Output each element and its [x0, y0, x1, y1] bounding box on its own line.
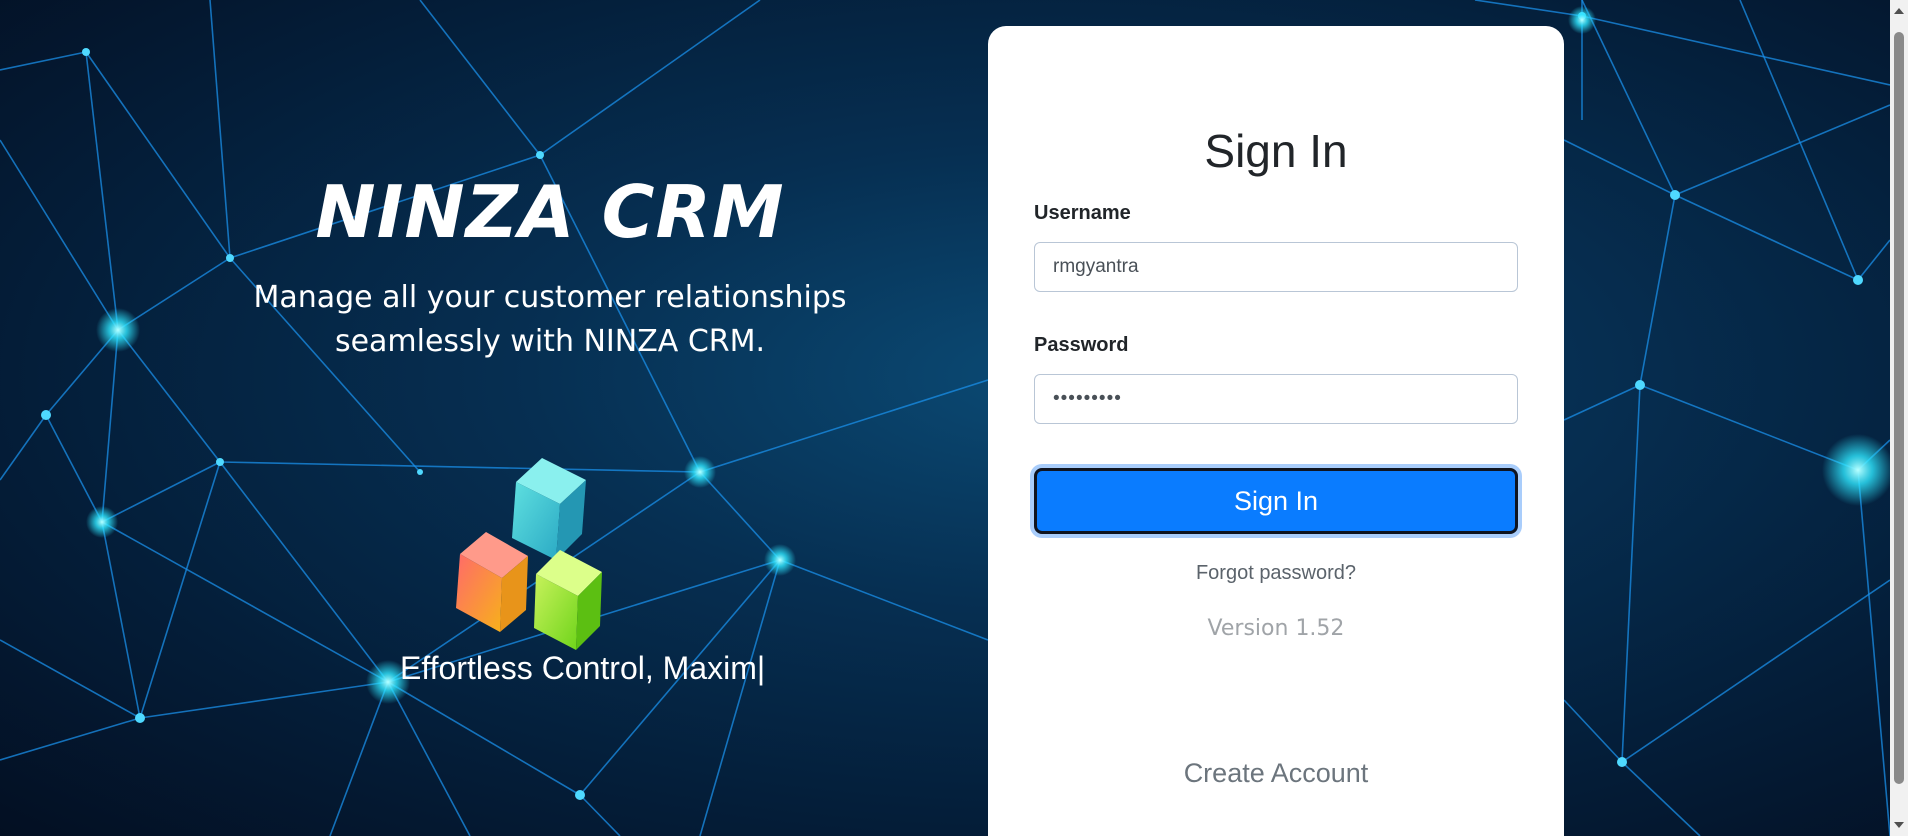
scrollbar-thumb[interactable]	[1894, 32, 1904, 784]
login-page: NINZA CRM Manage all your customer relat…	[0, 0, 1908, 836]
create-account-link[interactable]: Create Account	[988, 758, 1564, 789]
brand-subtitle: Manage all your customer relationships s…	[190, 276, 910, 364]
login-title: Sign In	[1204, 125, 1348, 177]
subtitle-line-2: seamlessly with NINZA CRM.	[334, 324, 766, 359]
brand-title: NINZA CRM	[315, 170, 785, 254]
password-label: Password	[1034, 334, 1129, 356]
version-label: Version 1.52	[1207, 616, 1345, 641]
typing-tagline: Effortless Control, Maxim|	[400, 650, 766, 686]
vertical-scrollbar[interactable]	[1890, 0, 1908, 836]
network-background	[0, 0, 1890, 836]
scroll-up-icon[interactable]	[1890, 2, 1908, 20]
subtitle-line-1: Manage all your customer relationships	[253, 280, 847, 315]
sign-in-button[interactable]: Sign In	[1034, 468, 1518, 534]
forgot-password-link[interactable]: Forgot password?	[988, 562, 1564, 585]
username-label: Username	[1034, 202, 1131, 224]
scroll-down-icon[interactable]	[1890, 816, 1908, 834]
cubes-logo-icon	[456, 458, 602, 650]
login-card: Sign In Username Password Sign In Forgot…	[988, 26, 1564, 836]
password-input[interactable]	[1034, 374, 1518, 424]
username-input[interactable]	[1034, 242, 1518, 292]
